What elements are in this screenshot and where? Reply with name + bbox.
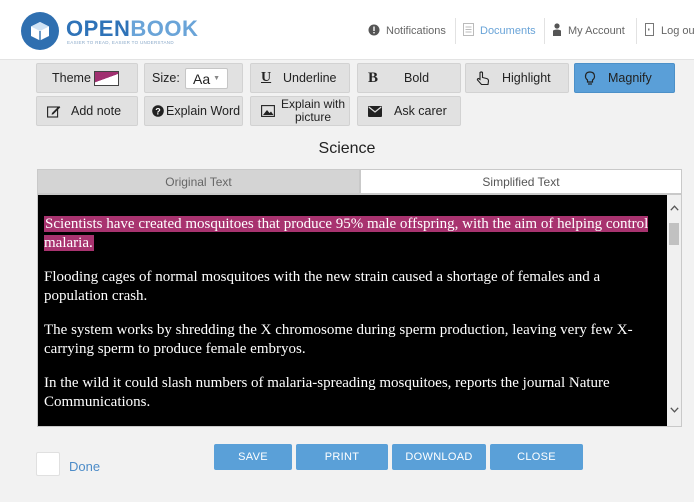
paragraph[interactable]: Flooding cages of normal mosquitoes with…	[44, 268, 664, 306]
reader-panel[interactable]: Scientists have created mosquitoes that …	[37, 194, 682, 427]
reader-text: Scientists have created mosquitoes that …	[44, 215, 664, 427]
add-note-button[interactable]: Add note	[36, 96, 138, 126]
nav-divider	[544, 18, 545, 44]
hand-pointer-icon	[476, 64, 490, 92]
explain-word-label: Explain Word	[166, 104, 241, 118]
close-button[interactable]: CLOSE	[490, 444, 583, 470]
nav-notifications[interactable]: Notifications	[368, 18, 446, 44]
size-select[interactable]: Aa ▼	[185, 68, 228, 89]
explain-picture-line2: picture	[294, 110, 332, 124]
nav-documents-label: Documents	[480, 25, 536, 37]
tab-original-text[interactable]: Original Text	[37, 169, 360, 194]
explain-word-button[interactable]: ? Explain Word	[144, 96, 243, 126]
scroll-down-icon[interactable]	[667, 403, 681, 417]
logo-tagline: EASIER TO READ, EASIER TO UNDERSTAND	[67, 40, 174, 45]
paragraph[interactable]: Scientists have created mosquitoes that …	[44, 215, 664, 253]
underline-button[interactable]: U Underline	[250, 63, 350, 93]
question-circle-icon: ?	[152, 97, 164, 125]
nav-my-account-label: My Account	[568, 25, 625, 37]
ask-carer-button[interactable]: Ask carer	[357, 96, 461, 126]
nav-logout[interactable]: Log ou	[645, 18, 694, 44]
scroll-up-icon[interactable]	[667, 201, 681, 215]
theme-button[interactable]: Theme	[36, 63, 138, 93]
document-icon	[463, 23, 474, 39]
theme-swatch-icon	[94, 71, 119, 86]
scrollbar-thumb[interactable]	[669, 223, 679, 245]
add-note-label: Add note	[71, 104, 122, 118]
download-button[interactable]: DOWNLOAD	[392, 444, 486, 470]
logo-wordmark[interactable]: OPENBOOK	[66, 16, 198, 42]
theme-label: Theme	[52, 71, 91, 85]
paragraph[interactable]: The system works by shredding the X chro…	[44, 321, 664, 359]
explain-picture-label: Explain with picture	[278, 97, 348, 125]
bold-button[interactable]: B Bold	[357, 63, 461, 93]
nav-divider	[636, 18, 637, 44]
logout-icon	[645, 23, 655, 39]
highlight-button[interactable]: Highlight	[465, 63, 569, 93]
highlighted-text[interactable]: Scientists have created mosquitoes that …	[44, 216, 649, 251]
nav-logout-label: Log ou	[661, 25, 694, 37]
svg-text:?: ?	[155, 106, 161, 116]
alert-icon	[368, 24, 380, 39]
bold-label: Bold	[404, 71, 430, 85]
paragraph[interactable]: In the wild it could slash numbers of ma…	[44, 374, 664, 412]
openbook-logo-icon[interactable]	[21, 12, 59, 50]
bold-icon: B	[368, 69, 379, 86]
nav-notifications-label: Notifications	[386, 25, 446, 37]
lightbulb-icon	[584, 64, 596, 92]
nav-documents[interactable]: Documents	[463, 18, 536, 44]
size-value: Aa	[193, 70, 211, 87]
nav-divider	[455, 18, 456, 44]
nav-my-account[interactable]: My Account	[552, 18, 625, 44]
save-button[interactable]: SAVE	[214, 444, 292, 470]
ask-carer-label: Ask carer	[394, 104, 447, 118]
tab-simplified-text[interactable]: Simplified Text	[360, 169, 682, 194]
app-header: OPENBOOK EASIER TO READ, EASIER TO UNDER…	[0, 0, 694, 60]
magnify-label: Magnify	[608, 71, 652, 85]
done-label[interactable]: Done	[69, 459, 100, 474]
magnify-button[interactable]: Magnify	[574, 63, 675, 93]
user-icon	[552, 23, 562, 39]
print-button[interactable]: PRINT	[296, 444, 388, 470]
page-title: Science	[318, 140, 376, 157]
explain-picture-button[interactable]: Explain with picture	[250, 96, 350, 126]
size-label: Size:	[152, 71, 180, 85]
underline-icon: U	[261, 70, 272, 85]
reader-scrollbar[interactable]	[667, 195, 681, 426]
chevron-down-icon: ▼	[213, 75, 221, 82]
underline-label: Underline	[283, 71, 337, 85]
envelope-icon	[368, 97, 382, 125]
highlight-label: Highlight	[502, 71, 551, 85]
pencil-square-icon	[47, 97, 61, 125]
image-icon	[261, 97, 275, 125]
size-control[interactable]: Size: Aa ▼	[144, 63, 243, 93]
done-checkbox[interactable]	[36, 452, 60, 476]
